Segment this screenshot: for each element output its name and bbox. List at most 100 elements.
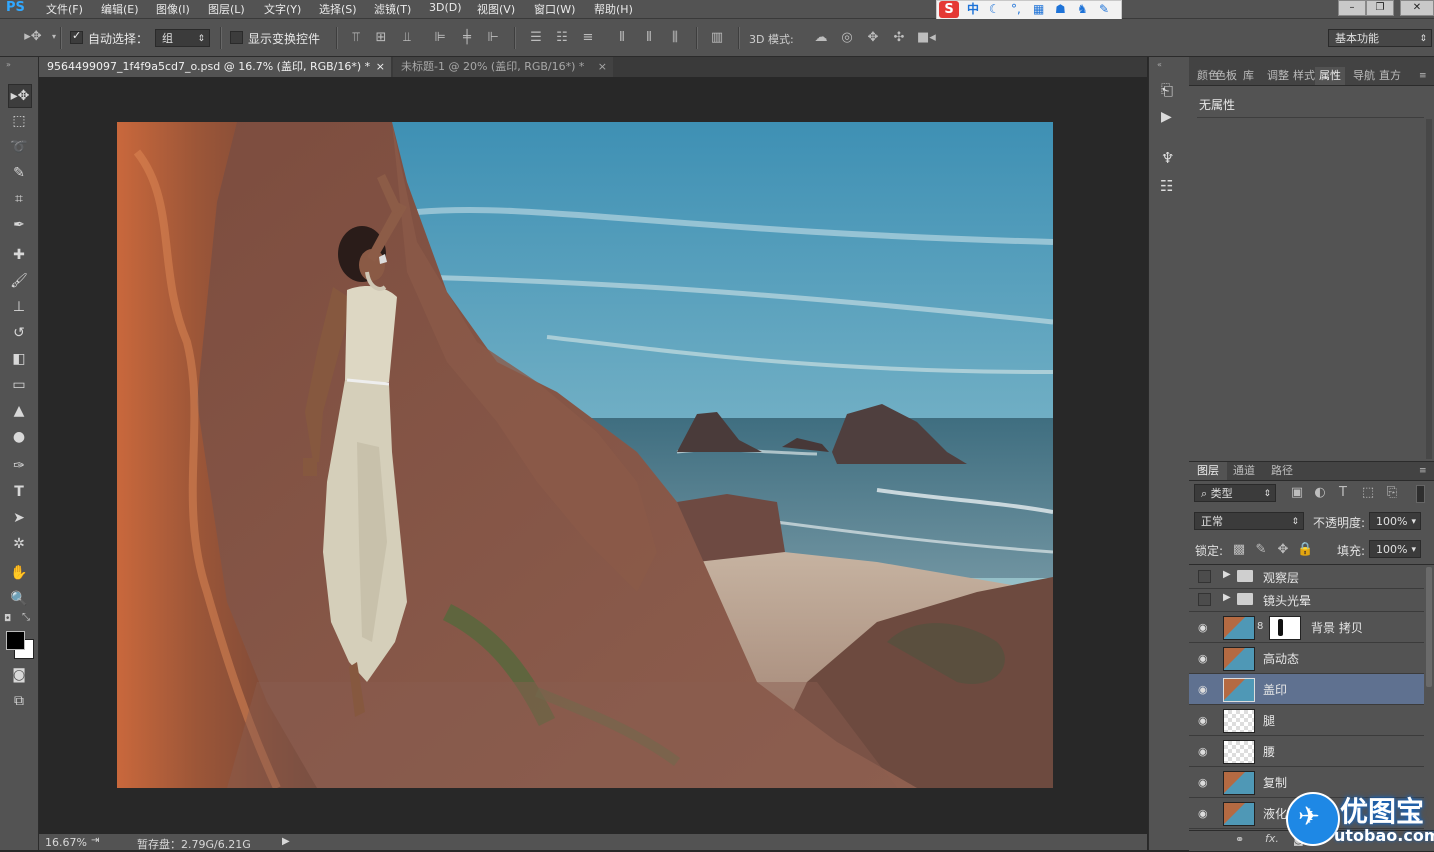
eye-icon[interactable]: ◉ <box>1198 683 1208 696</box>
layer-row[interactable]: ◉ 腰 <box>1189 736 1424 767</box>
custom-shape-tool[interactable]: ✲ <box>8 533 30 555</box>
document-image[interactable] <box>117 122 1053 788</box>
link-icon[interactable]: 8 <box>1257 621 1263 632</box>
panel-menu-icon[interactable]: ≡ <box>1419 67 1427 85</box>
punctuation-icon[interactable]: °, <box>1011 1 1021 18</box>
align-hcenter-icon[interactable]: ╪ <box>459 30 475 46</box>
zoom-level[interactable]: 16.67% <box>45 836 87 849</box>
properties-scrollbar[interactable] <box>1426 119 1432 459</box>
layer-name[interactable]: 盖印 <box>1263 681 1287 698</box>
marquee-tool[interactable]: ⬚ <box>8 110 30 132</box>
filter-toggle[interactable] <box>1416 485 1425 503</box>
tab-properties[interactable]: 属性 <box>1315 67 1345 85</box>
adjustments-icon[interactable]: ☷ <box>1160 177 1173 195</box>
menu-edit[interactable]: 编辑(E) <box>101 1 139 17</box>
menu-type[interactable]: 文字(Y) <box>264 1 301 17</box>
quick-select-tool[interactable]: ✎ <box>8 162 30 184</box>
auto-select-checkbox[interactable]: ✓ <box>70 29 83 44</box>
zoom-tool[interactable]: 🔍 <box>8 588 30 610</box>
move-tool[interactable]: ▸✥ <box>8 84 32 108</box>
brush-presets-icon[interactable]: ♆ <box>1161 149 1174 167</box>
tab-document-1[interactable]: 9564499097_1f4f9a5cd7_o.psd @ 16.7% (盖印,… <box>39 57 391 77</box>
layer-name[interactable]: 观察层 <box>1263 569 1299 586</box>
align-top-icon[interactable]: ⫪ <box>348 30 364 46</box>
crop-tool[interactable]: ⌗ <box>8 188 30 210</box>
brush-tool[interactable]: 🖌 <box>8 270 30 292</box>
layer-filter-dropdown[interactable]: ⌕ 类型 ⇕ <box>1194 484 1276 502</box>
hand-tool[interactable]: ✋ <box>8 562 30 584</box>
keyboard-icon[interactable]: ▦ <box>1033 1 1044 18</box>
status-menu-arrow-icon[interactable]: ▶ <box>282 836 290 847</box>
eyedropper-tool[interactable]: ✒ <box>8 214 30 236</box>
menu-3d[interactable]: 3D(D) <box>429 1 462 14</box>
move-tool-icon[interactable]: ▸✥ <box>22 29 44 45</box>
clone-stamp-tool[interactable]: ⊥ <box>8 296 30 318</box>
distribute-vcenter-icon[interactable]: ☷ <box>554 30 570 46</box>
align-bottom-icon[interactable]: ⫫ <box>399 30 415 46</box>
ime-toolbar[interactable]: S 中 ☾ °, ▦ ☗ ♞ ✎ <box>936 0 1122 20</box>
moon-icon[interactable]: ☾ <box>989 1 1000 18</box>
tab-libraries[interactable]: 库 <box>1243 67 1254 85</box>
filter-pixel-icon[interactable]: ▣ <box>1289 485 1305 501</box>
fx-icon[interactable]: fx. <box>1265 832 1279 845</box>
menu-view[interactable]: 视图(V) <box>477 1 515 17</box>
skin-icon[interactable]: ♞ <box>1077 1 1088 18</box>
distribute-top-icon[interactable]: ☰ <box>528 30 544 46</box>
lock-transparency-icon[interactable]: ▩ <box>1231 542 1247 558</box>
gradient-tool[interactable]: ▭ <box>8 374 30 396</box>
filter-type-icon[interactable]: T <box>1335 485 1351 501</box>
layer-name[interactable]: 腿 <box>1263 712 1275 729</box>
tab-styles[interactable]: 样式 <box>1293 67 1315 85</box>
align-right-icon[interactable]: ⊩ <box>485 30 501 46</box>
align-vcenter-icon[interactable]: ⊞ <box>373 30 389 46</box>
3d-roll-icon[interactable]: ◎ <box>839 30 855 46</box>
dodge-tool[interactable]: ● <box>8 426 30 448</box>
tab-channels[interactable]: 通道 <box>1233 462 1255 480</box>
fill-field[interactable]: 100% ▾ <box>1369 540 1421 558</box>
lock-all-icon[interactable]: 🔒 <box>1297 542 1313 558</box>
link-layers-icon[interactable]: ⚭ <box>1235 833 1244 846</box>
layer-row[interactable]: ◉ 腿 <box>1189 705 1424 736</box>
menu-layer[interactable]: 图层(L) <box>208 1 245 17</box>
eye-icon[interactable]: ◉ <box>1198 714 1208 727</box>
menu-filter[interactable]: 滤镜(T) <box>374 1 411 17</box>
screen-mode-icon[interactable]: ⧉ <box>8 690 30 712</box>
close-window-button[interactable]: ✕ <box>1400 0 1434 16</box>
expand-triangle-icon[interactable]: ▶ <box>1223 592 1231 603</box>
blend-mode-dropdown[interactable]: 正常 ⇕ <box>1194 512 1304 530</box>
eye-icon[interactable]: ◉ <box>1198 652 1208 665</box>
opacity-field[interactable]: 100% ▾ <box>1369 512 1421 530</box>
lock-pixels-icon[interactable]: ✎ <box>1253 542 1269 558</box>
menu-file[interactable]: 文件(F) <box>46 1 83 17</box>
tab-document-2[interactable]: 未标题-1 @ 20% (盖印, RGB/16*) * × <box>393 57 613 77</box>
tab-histogram[interactable]: 直方 <box>1379 67 1401 85</box>
3d-scale-icon[interactable]: ■◂ <box>917 30 936 46</box>
filter-adjustment-icon[interactable]: ◐ <box>1312 485 1328 501</box>
blur-tool[interactable]: ▲ <box>8 400 30 422</box>
ime-mode-label[interactable]: 中 <box>967 1 979 18</box>
layer-name[interactable]: 腰 <box>1263 743 1275 760</box>
eye-icon[interactable]: ◉ <box>1198 745 1208 758</box>
actions-panel-icon[interactable]: ▶ <box>1161 109 1172 125</box>
filter-smart-icon[interactable]: ⎘ <box>1384 485 1400 501</box>
layer-name[interactable]: 背景 拷贝 <box>1311 619 1363 636</box>
tab-swatches[interactable]: 色板 <box>1215 67 1237 85</box>
expand-triangle-icon[interactable]: ▶ <box>1223 569 1231 580</box>
eye-icon[interactable]: ◉ <box>1198 776 1208 789</box>
workspace-dropdown[interactable]: 基本功能 ⇕ <box>1328 29 1432 47</box>
foreground-color-swatch[interactable] <box>6 631 25 650</box>
tab-close-icon[interactable]: × <box>598 57 607 77</box>
tab-adjustments[interactable]: 调整 <box>1267 67 1289 85</box>
history-panel-icon[interactable]: ⎗ <box>1161 81 1173 99</box>
layer-row[interactable]: ◉ 8 背景 拷贝 <box>1189 612 1424 643</box>
default-colors-icon[interactable]: ◘ <box>4 614 11 624</box>
visibility-toggle[interactable] <box>1198 593 1211 606</box>
quick-mask-icon[interactable]: ◙ <box>8 664 30 686</box>
eye-icon[interactable]: ◉ <box>1198 621 1208 634</box>
eraser-tool[interactable]: ◧ <box>8 348 30 370</box>
auto-align-icon[interactable]: ▥ <box>709 30 725 46</box>
toolbox-icon[interactable]: ☗ <box>1055 1 1066 18</box>
layers-scrollbar[interactable] <box>1426 567 1432 687</box>
path-select-tool[interactable]: ➤ <box>8 507 30 529</box>
layer-name[interactable]: 镜头光晕 <box>1263 592 1311 609</box>
